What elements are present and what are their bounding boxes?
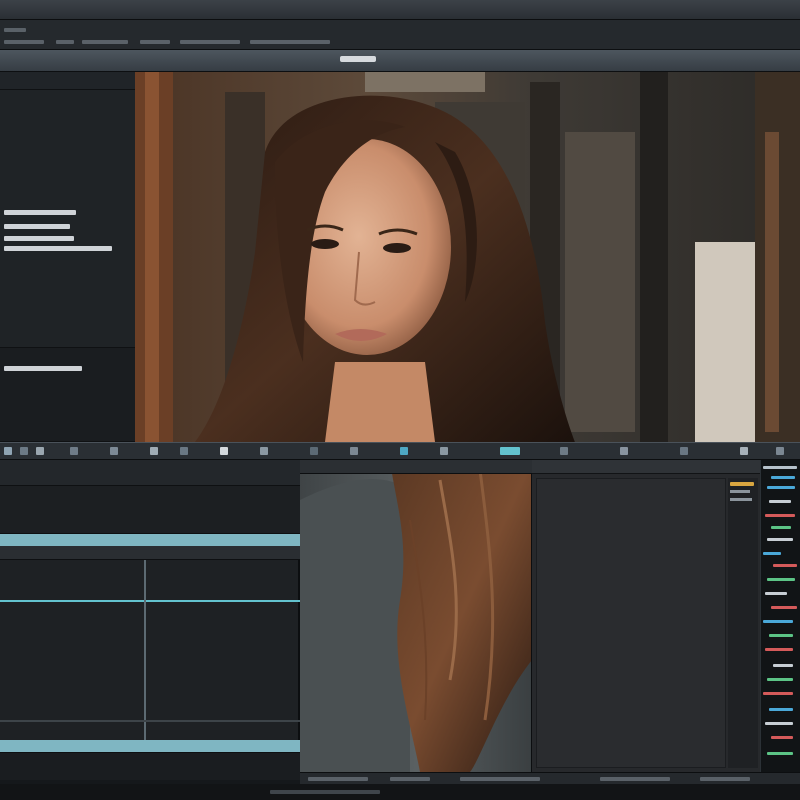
timeline-playhead-line[interactable] — [0, 600, 300, 602]
menu-item[interactable] — [4, 40, 44, 44]
code-token — [769, 500, 791, 503]
menu-bar — [0, 20, 800, 50]
inspector-header — [532, 460, 760, 474]
code-token — [769, 634, 793, 637]
menu-item[interactable] — [4, 28, 26, 32]
image-viewer[interactable] — [135, 72, 800, 442]
info-panel — [0, 72, 135, 442]
tool-icon[interactable] — [260, 447, 268, 455]
code-token — [765, 592, 787, 595]
code-token — [767, 486, 795, 489]
preview-tab[interactable] — [300, 460, 532, 474]
tool-icon[interactable] — [20, 447, 28, 455]
secondary-toolbar — [0, 442, 800, 460]
timeline-panel — [0, 460, 300, 780]
info-text-line — [4, 236, 74, 241]
tool-icon[interactable] — [70, 447, 78, 455]
info-panel-body — [0, 90, 135, 348]
code-token — [767, 538, 793, 541]
code-token — [763, 692, 793, 695]
code-token — [773, 564, 797, 567]
tool-icon[interactable] — [776, 447, 784, 455]
status-text — [308, 777, 368, 781]
bottom-edge — [0, 784, 800, 800]
code-token — [767, 578, 795, 581]
code-token — [771, 736, 793, 739]
inspector-sidebar — [728, 478, 758, 768]
portrait-photo — [135, 72, 800, 442]
code-token — [767, 752, 793, 755]
tool-icon[interactable] — [440, 447, 448, 455]
preview-panel[interactable] — [300, 460, 532, 772]
tool-icon[interactable] — [36, 447, 44, 455]
tool-icon[interactable] — [350, 447, 358, 455]
code-token — [765, 722, 793, 725]
tool-icon[interactable] — [500, 447, 520, 455]
status-text — [600, 777, 670, 781]
code-token — [767, 678, 793, 681]
timeline-ruler — [0, 486, 300, 534]
menu-item[interactable] — [250, 40, 330, 44]
timeline-track-bar[interactable] — [0, 534, 300, 546]
panel-grip-icon[interactable] — [340, 56, 376, 62]
code-panel[interactable] — [760, 460, 800, 772]
info-panel-footer — [0, 348, 135, 442]
tool-icon[interactable] — [740, 447, 748, 455]
code-token — [773, 664, 793, 667]
side-text-line — [730, 490, 750, 493]
info-text-line — [4, 224, 70, 229]
timeline-track-bar[interactable] — [0, 740, 300, 752]
menu-item[interactable] — [82, 40, 128, 44]
timeline-guide — [0, 720, 300, 722]
tool-icon[interactable] — [680, 447, 688, 455]
status-text — [700, 777, 750, 781]
info-text-line — [4, 210, 76, 215]
code-token — [769, 708, 793, 711]
tool-icon[interactable] — [560, 447, 568, 455]
status-text — [390, 777, 430, 781]
info-text-line — [4, 366, 82, 371]
info-panel-header — [0, 72, 135, 90]
code-token — [763, 620, 793, 623]
timeline-footer — [0, 752, 300, 780]
timeline-divider — [144, 560, 146, 740]
tool-icon[interactable] — [4, 447, 12, 455]
menu-item[interactable] — [56, 40, 74, 44]
code-token — [771, 476, 795, 479]
code-token — [771, 526, 791, 529]
code-token — [771, 606, 797, 609]
tool-icon[interactable] — [180, 447, 188, 455]
status-text — [460, 777, 540, 781]
inspector-panel — [532, 460, 760, 772]
tool-icon[interactable] — [620, 447, 628, 455]
tool-icon[interactable] — [110, 447, 118, 455]
code-token — [765, 514, 795, 517]
code-token — [763, 466, 797, 469]
preview-photo — [300, 460, 531, 772]
tool-icon[interactable] — [220, 447, 228, 455]
menu-item[interactable] — [180, 40, 240, 44]
window-titlebar — [0, 0, 800, 20]
tool-icon[interactable] — [400, 447, 408, 455]
tool-icon[interactable] — [150, 447, 158, 455]
code-token — [763, 552, 781, 555]
timeline-header — [0, 460, 300, 486]
side-text-line — [730, 498, 752, 501]
highlight-badge — [730, 482, 754, 486]
code-token — [765, 648, 793, 651]
bottom-label — [270, 790, 380, 794]
inspector-canvas[interactable] — [536, 478, 726, 768]
timeline-track-labels — [0, 546, 300, 560]
tool-icon[interactable] — [310, 447, 318, 455]
menu-item[interactable] — [140, 40, 170, 44]
status-bar — [300, 772, 800, 784]
info-text-line — [4, 246, 112, 251]
ribbon-toolbar — [0, 50, 800, 72]
